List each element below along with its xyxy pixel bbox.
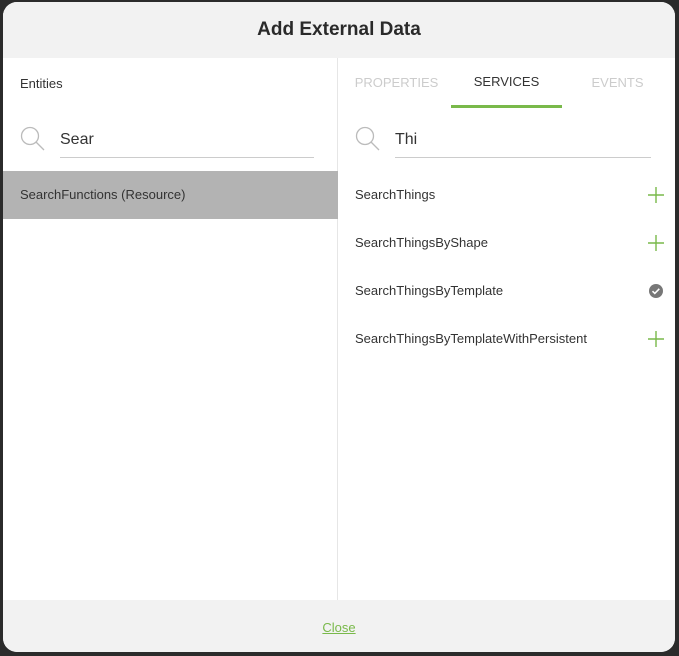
service-item: SearchThingsByShape [339, 219, 675, 267]
tab-bar: PROPERTIES SERVICES EVENTS [339, 58, 675, 108]
add-icon[interactable] [647, 234, 665, 252]
service-item: SearchThingsByTemplate [339, 267, 675, 315]
search-icon [20, 126, 45, 151]
service-label: SearchThingsByTemplate [355, 283, 504, 298]
dialog-footer: Close [3, 600, 675, 652]
entity-list-item[interactable]: SearchFunctions (Resource) [3, 171, 338, 219]
services-search [355, 122, 651, 160]
search-icon [355, 126, 380, 151]
services-search-input[interactable] [395, 122, 651, 158]
dialog-title: Add External Data [3, 2, 675, 58]
entities-title: Entities [20, 76, 63, 91]
service-item: SearchThings [339, 171, 675, 219]
add-external-data-dialog: Add External Data Entities SearchFunctio… [3, 2, 675, 652]
entities-search-input[interactable] [60, 122, 314, 158]
service-label: SearchThings [355, 187, 436, 202]
close-link[interactable]: Close [322, 620, 355, 635]
tab-properties[interactable]: PROPERTIES [341, 58, 452, 108]
tab-events[interactable]: EVENTS [562, 58, 673, 108]
entities-panel: Entities SearchFunctions (Resource) [3, 58, 338, 600]
check-circle-icon [649, 284, 663, 298]
details-panel: PROPERTIES SERVICES EVENTS SearchThings … [339, 58, 675, 600]
add-icon[interactable] [647, 330, 665, 348]
service-item: SearchThingsByTemplateWithPersistent [339, 315, 675, 363]
entities-search [20, 122, 314, 160]
add-icon[interactable] [647, 186, 665, 204]
tab-services[interactable]: SERVICES [451, 58, 562, 108]
service-label: SearchThingsByShape [355, 235, 488, 250]
service-label: SearchThingsByTemplateWithPersistent [355, 331, 587, 346]
